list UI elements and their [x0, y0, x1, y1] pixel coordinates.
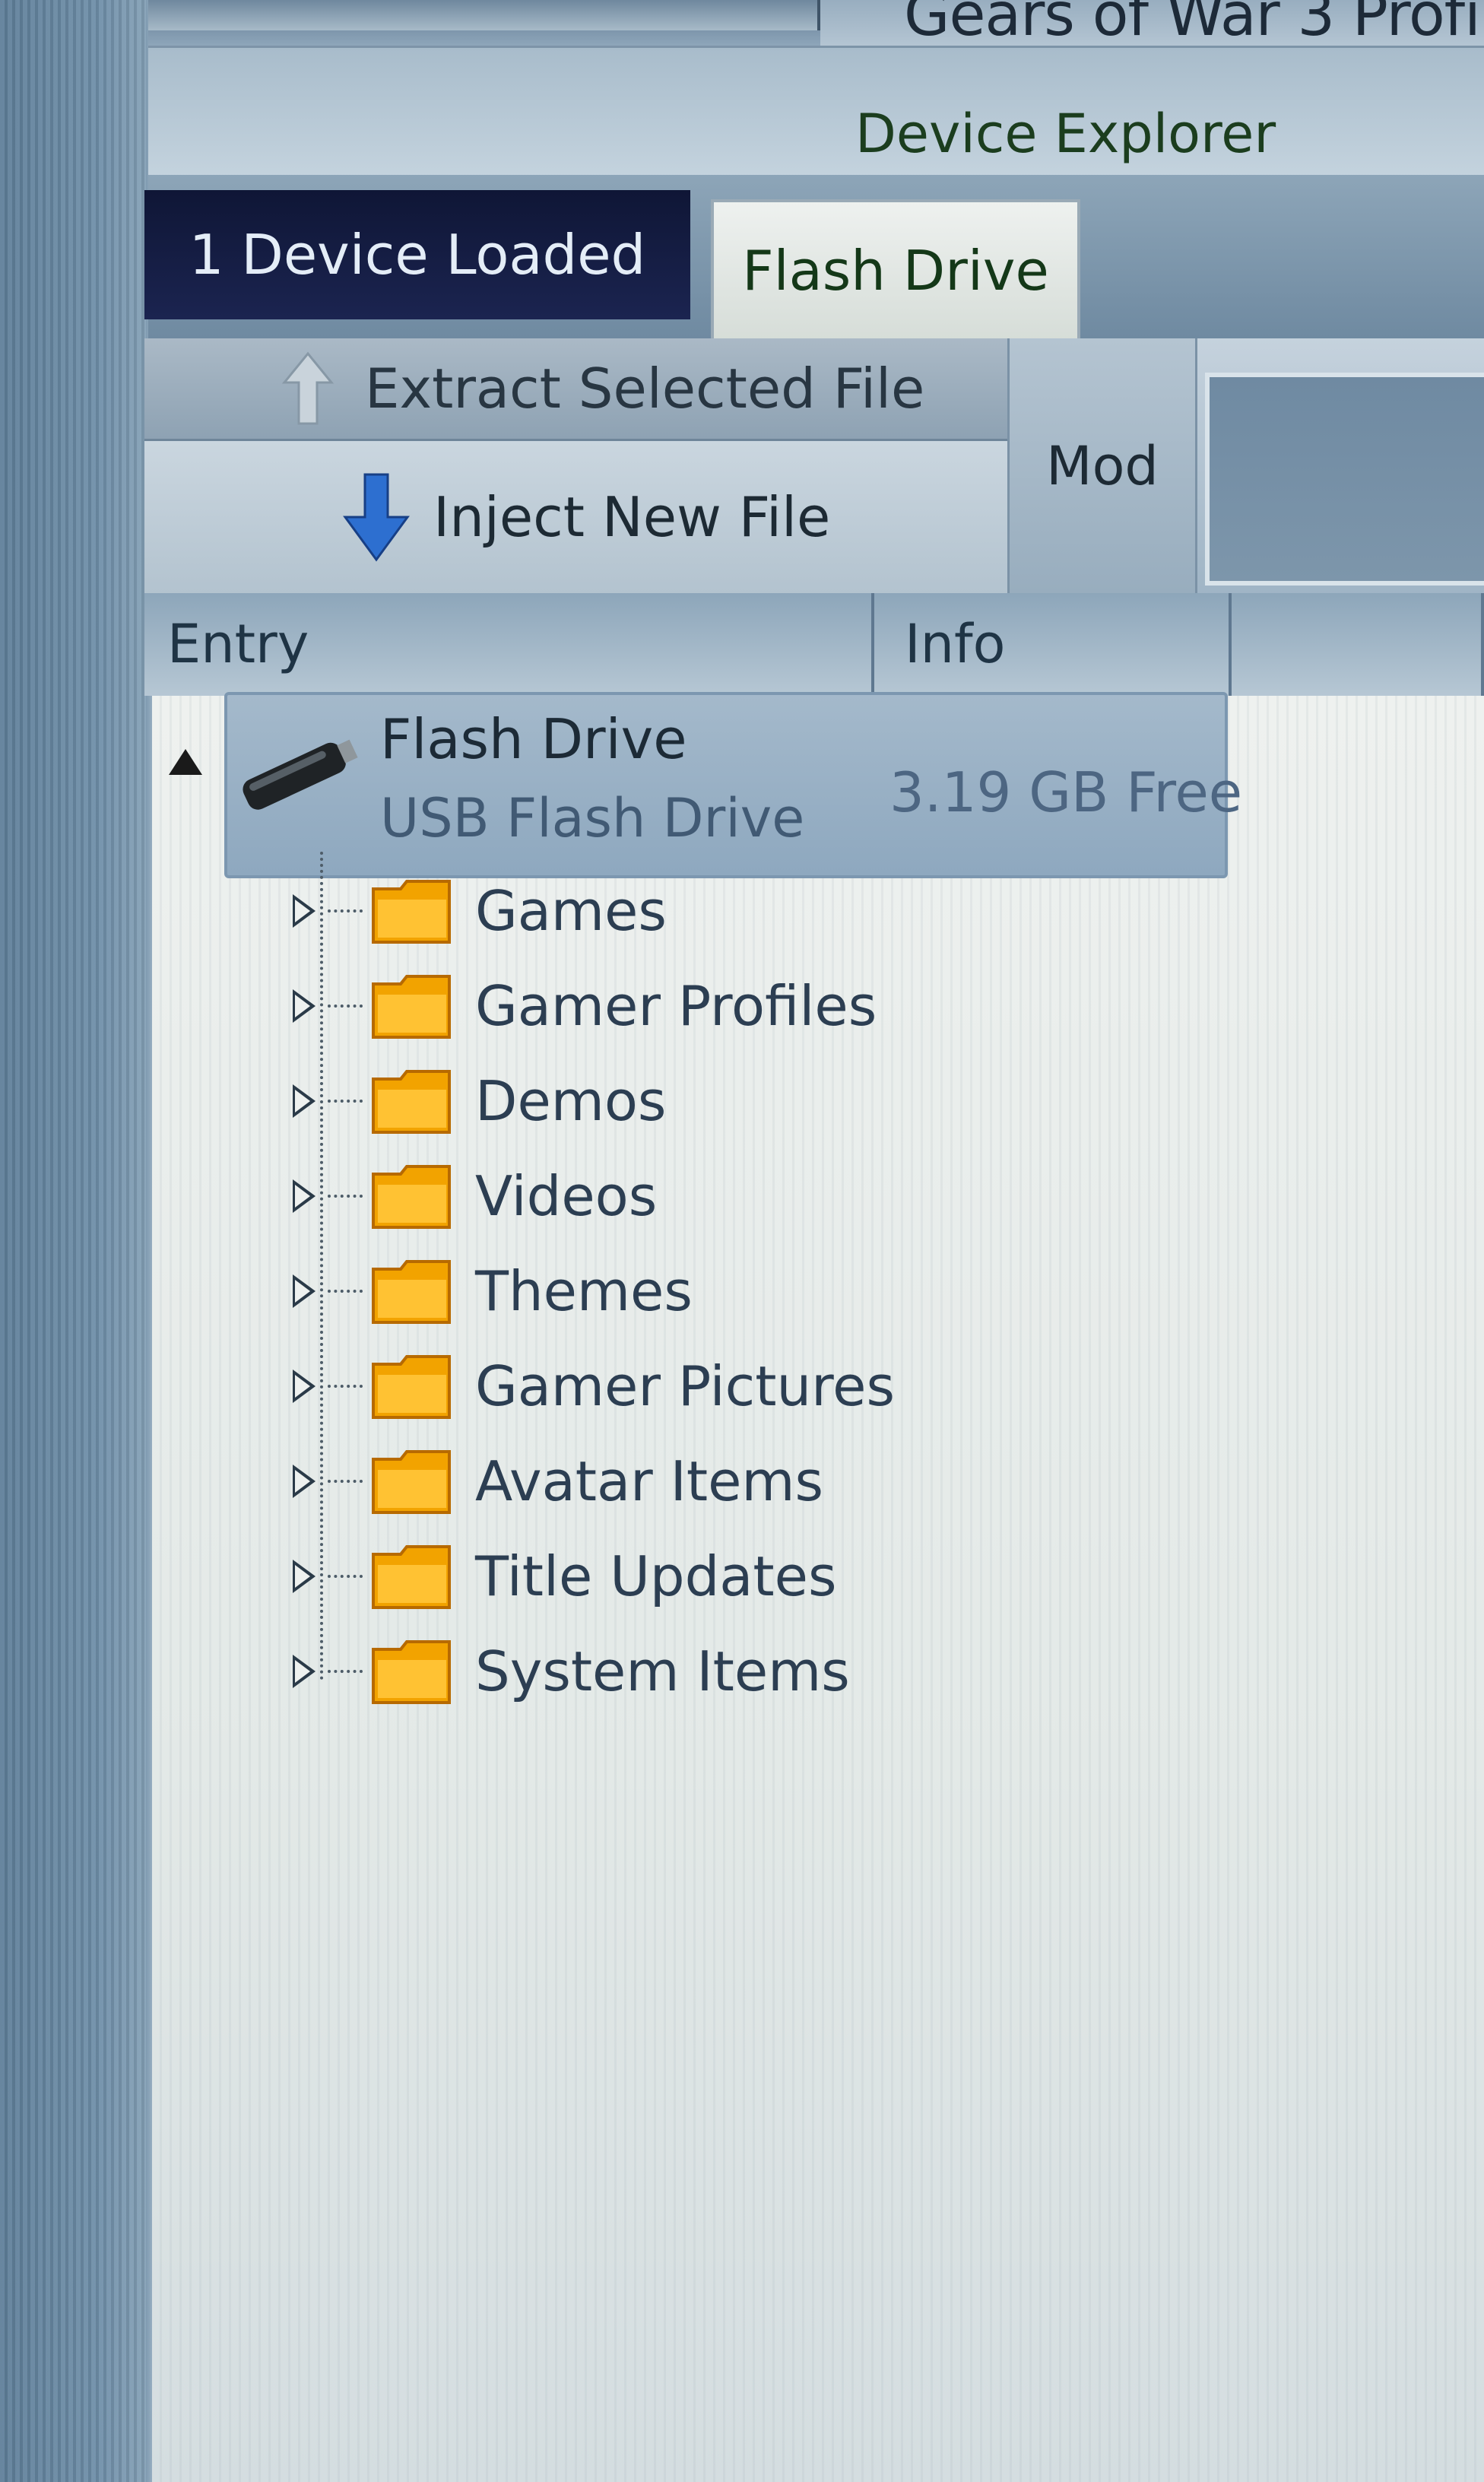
inject-new-file-button[interactable]: Inject New File: [144, 441, 1007, 593]
folder-icon: [372, 1450, 451, 1514]
mod-preview-panel: [1205, 373, 1484, 586]
extract-label: Extract Selected File: [365, 357, 925, 421]
tree-folder-item[interactable]: Avatar Items: [293, 1436, 823, 1527]
tree-folder-item[interactable]: Videos: [293, 1151, 657, 1242]
column-header-blank: [1232, 593, 1484, 696]
mod-button[interactable]: Mod: [1007, 338, 1197, 593]
folder-label: Games: [475, 879, 667, 943]
tree-connector: [328, 909, 363, 912]
tree-connector: [328, 1480, 363, 1483]
column-header-entry[interactable]: Entry: [144, 593, 874, 696]
folder-label: Demos: [475, 1069, 667, 1133]
folder-label: Gamer Profiles: [475, 974, 877, 1038]
tree-folder-item[interactable]: Demos: [293, 1055, 666, 1147]
folder-label: System Items: [475, 1639, 850, 1703]
tree-connector: [328, 1195, 363, 1198]
extract-selected-file-button[interactable]: Extract Selected File: [144, 338, 1007, 441]
expand-arrow-icon[interactable]: [293, 1370, 316, 1403]
root-type: USB Flash Drive: [380, 787, 805, 849]
root-free-space: 3.19 GB Free: [889, 760, 1243, 824]
folder-label: Videos: [475, 1164, 658, 1228]
folder-icon: [372, 1165, 451, 1229]
expand-arrow-icon[interactable]: [293, 894, 316, 928]
tab-previous[interactable]: [148, 0, 820, 30]
column-header-info[interactable]: Info: [874, 593, 1232, 696]
tree-connector: [328, 1385, 363, 1388]
arrow-up-icon: [281, 351, 335, 425]
folder-icon: [372, 1545, 451, 1609]
expand-arrow-icon[interactable]: [293, 1560, 316, 1593]
tree-folder-item[interactable]: Games: [293, 865, 667, 957]
tree-folder-item[interactable]: Themes: [293, 1246, 693, 1337]
folder-icon: [372, 1640, 451, 1704]
folder-icon: [372, 880, 451, 944]
expand-arrow-icon[interactable]: [293, 1274, 316, 1308]
folder-label: Gamer Pictures: [475, 1354, 895, 1418]
tab-flash-drive[interactable]: Flash Drive: [711, 199, 1080, 340]
tree-connector: [328, 1100, 363, 1103]
tab-devices-loaded[interactable]: 1 Device Loaded: [144, 190, 690, 319]
inject-label: Inject New File: [433, 485, 831, 549]
title-bar: [148, 46, 1484, 177]
tree-connector: [328, 1005, 363, 1008]
tree-connector: [328, 1290, 363, 1293]
tree-folder-item[interactable]: Title Updates: [293, 1531, 836, 1622]
collapse-arrow-icon[interactable]: [169, 749, 202, 775]
tree-folder-item[interactable]: System Items: [293, 1626, 850, 1717]
folder-icon: [372, 975, 451, 1039]
page-title: Device Explorer: [855, 103, 1276, 165]
arrow-down-icon: [343, 473, 410, 562]
tree-connector: [328, 1575, 363, 1578]
tree-folder-item[interactable]: Gamer Pictures: [293, 1341, 895, 1432]
folder-label: Themes: [475, 1259, 693, 1323]
left-window-frame: [0, 0, 160, 2482]
folder-icon: [372, 1355, 451, 1419]
root-name: Flash Drive: [380, 707, 687, 771]
device-explorer-window: Gears of War 3 Profile Device Explorer 1…: [0, 0, 1484, 2482]
expand-arrow-icon[interactable]: [293, 1655, 316, 1688]
expand-arrow-icon[interactable]: [293, 1179, 316, 1213]
expand-arrow-icon[interactable]: [293, 1084, 316, 1118]
folder-label: Avatar Items: [475, 1449, 824, 1513]
tree-connector: [328, 1670, 363, 1673]
folder-icon: [372, 1260, 451, 1324]
mod-label: Mod: [1046, 434, 1159, 497]
folder-icon: [372, 1070, 451, 1134]
expand-arrow-icon[interactable]: [293, 1465, 316, 1498]
tree-folder-item[interactable]: Gamer Profiles: [293, 960, 877, 1052]
expand-arrow-icon[interactable]: [293, 989, 316, 1023]
folder-label: Title Updates: [475, 1544, 837, 1608]
usb-drive-icon: [243, 739, 358, 810]
